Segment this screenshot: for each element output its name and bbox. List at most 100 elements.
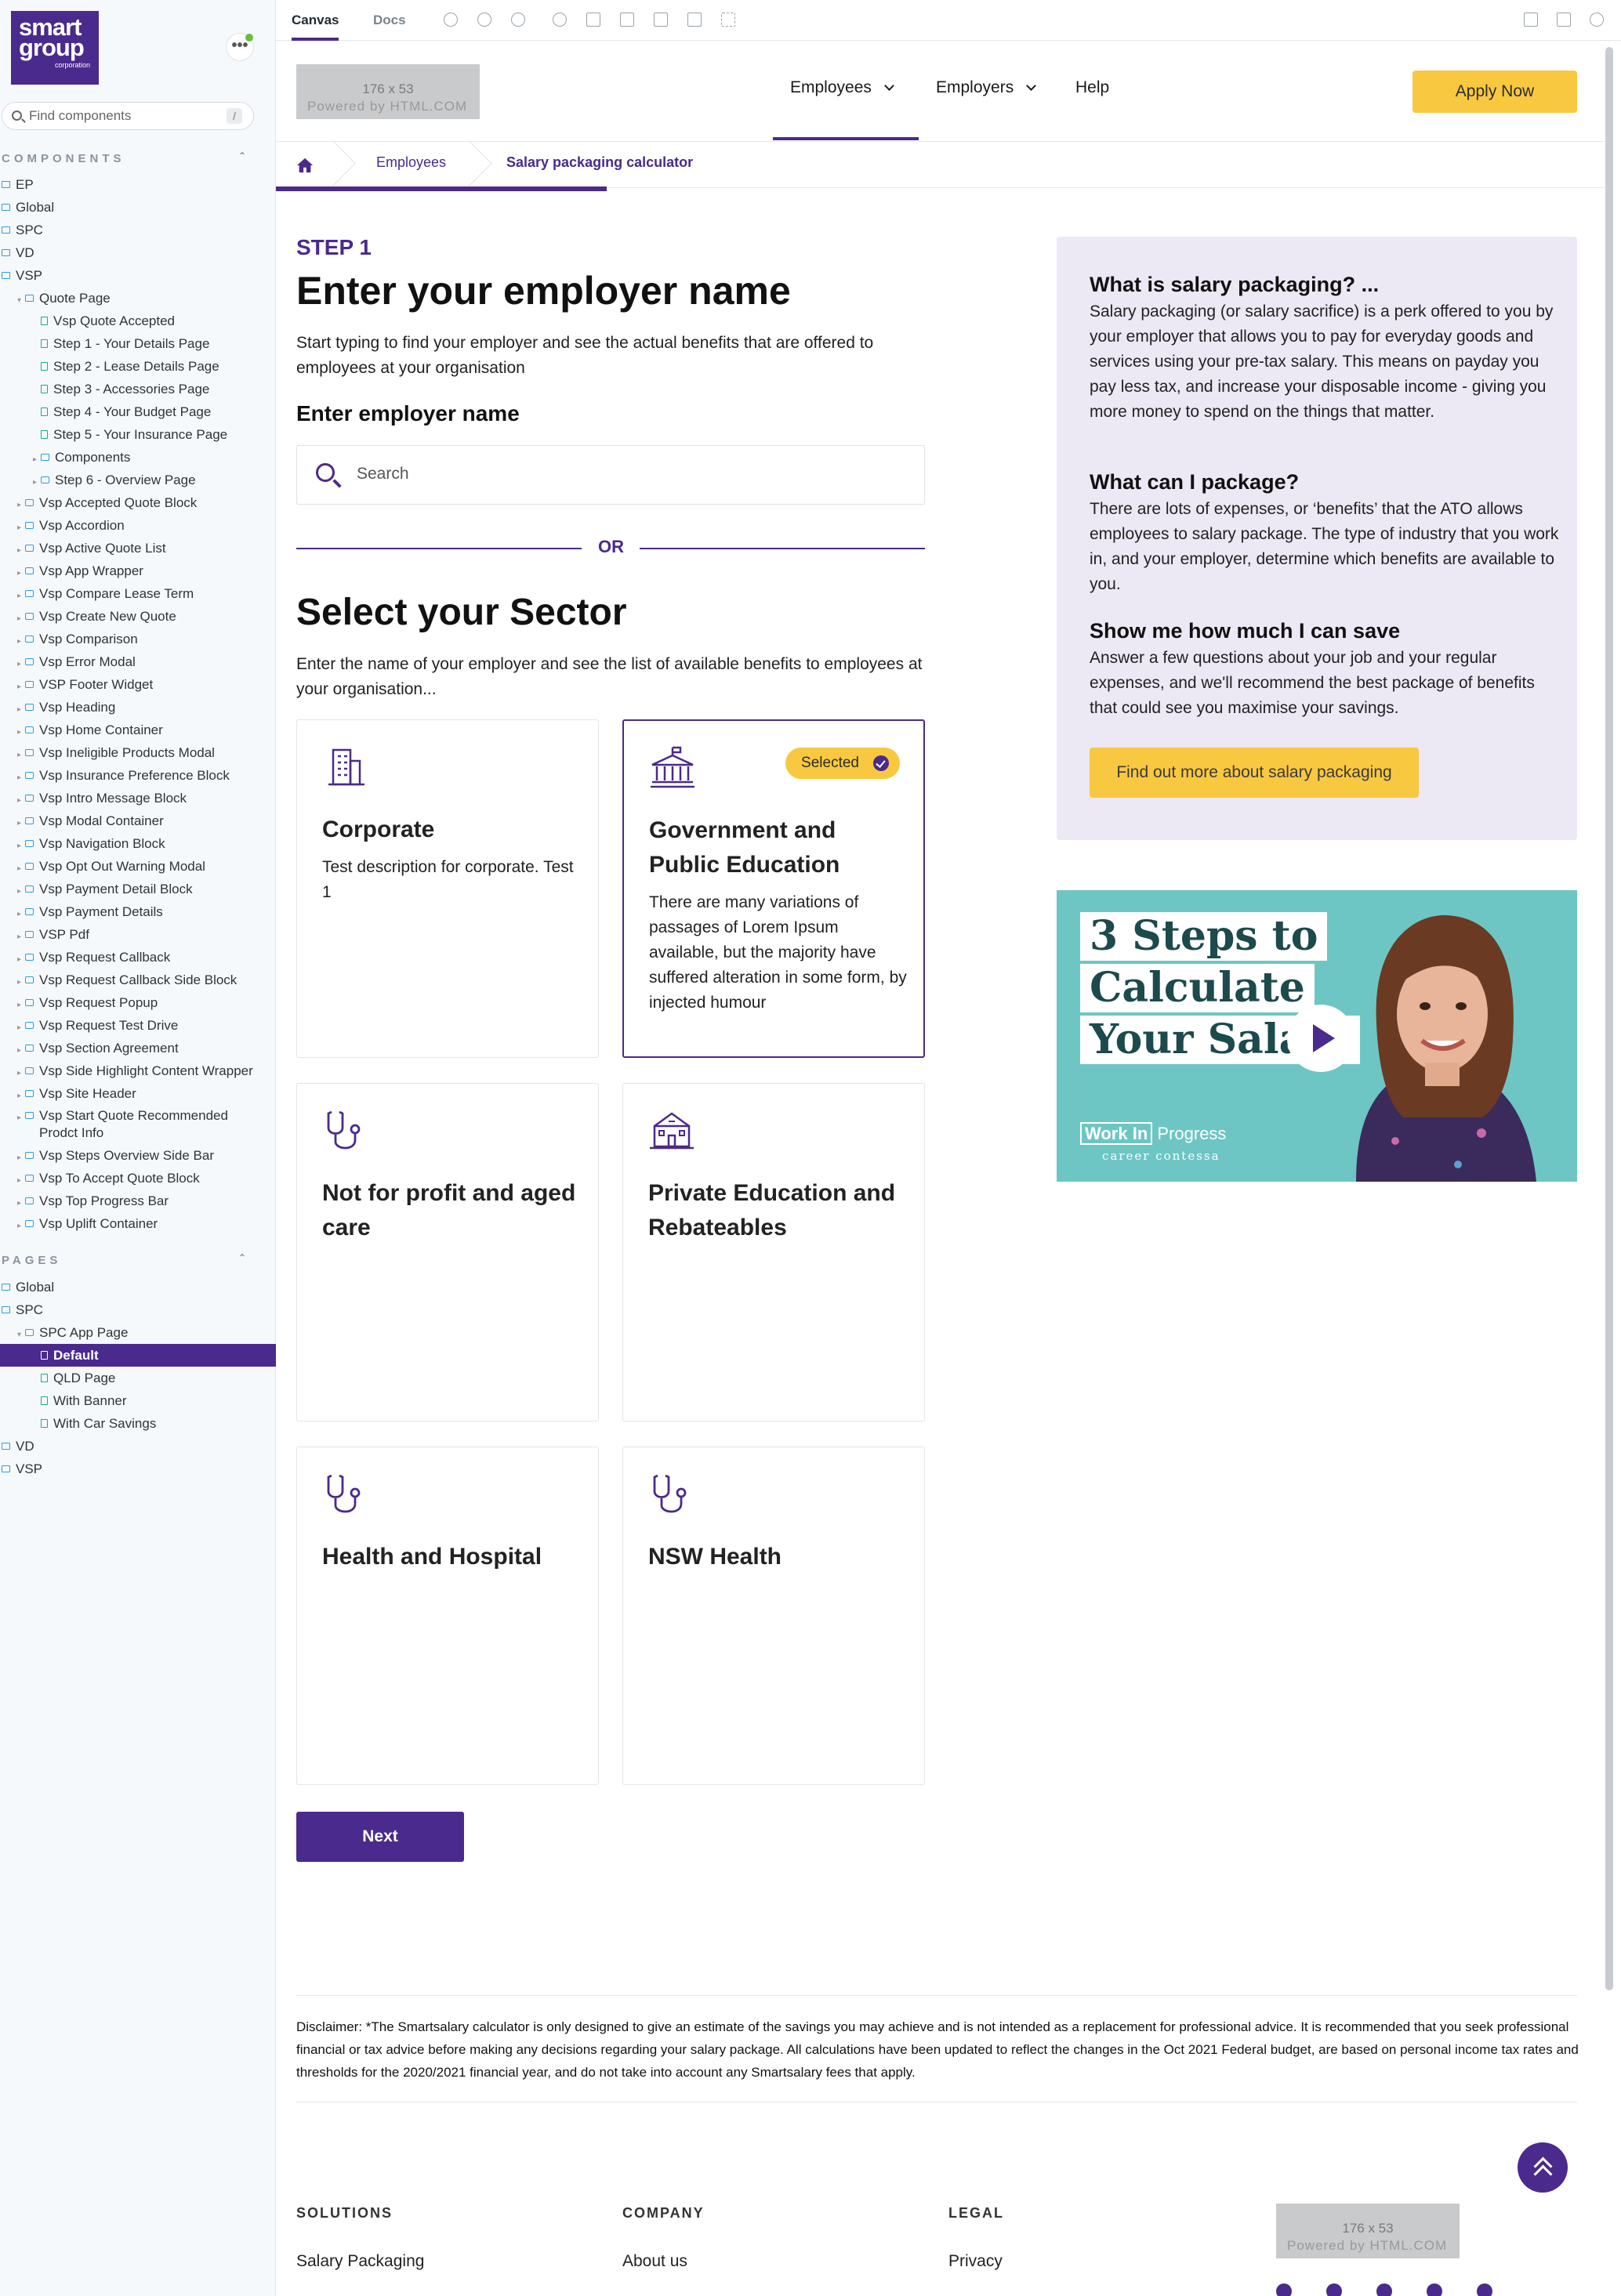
sector-card[interactable]: NSW Health (622, 1447, 925, 1785)
sidebar-item[interactable]: Global (0, 196, 276, 219)
sidebar-item[interactable]: ▸ Vsp Payment Details (0, 900, 276, 923)
sidebar-item[interactable]: ▸ Vsp Request Popup (0, 991, 276, 1014)
sidebar-item[interactable]: Step 4 - Your Budget Page (0, 400, 276, 423)
sidebar-item[interactable]: ▸ Vsp Side Highlight Content Wrapper (0, 1059, 276, 1082)
tab-docs[interactable]: Docs (373, 0, 406, 41)
social-icon[interactable] (1477, 2283, 1492, 2296)
grid-icon[interactable] (620, 13, 634, 27)
sidebar-item[interactable]: ▸ Vsp Site Header (0, 1082, 276, 1105)
accessibility-icon[interactable] (553, 13, 567, 27)
sidebar-item[interactable]: ▸ Vsp Accordion (0, 514, 276, 537)
sidebar-item[interactable]: ▸ Vsp Request Callback (0, 946, 276, 969)
sidebar-item[interactable]: Global (0, 1276, 276, 1298)
nav-employees[interactable]: Employees (790, 78, 894, 97)
sidebar-item[interactable]: ▸ Vsp Comparison (0, 628, 276, 650)
sidebar-item[interactable]: ▸ Vsp Ineligible Products Modal (0, 741, 276, 764)
sidebar-item[interactable]: Step 1 - Your Details Page (0, 332, 276, 355)
footer-link-about-us[interactable]: About us (622, 2252, 687, 2271)
sidebar-item[interactable]: ▾ SPC App Page (0, 1321, 276, 1344)
sidebar-item[interactable]: ▸ Vsp Opt Out Warning Modal (0, 855, 276, 878)
sidebar-item[interactable]: ▸ Step 6 - Overview Page (0, 469, 276, 491)
sidebar-item[interactable]: With Car Savings (0, 1412, 276, 1435)
find-components-input[interactable]: Find components / (2, 102, 254, 130)
sidebar-menu-button[interactable]: ••• (226, 33, 254, 61)
tab-canvas[interactable]: Canvas (292, 0, 339, 41)
sidebar-item[interactable]: ▸ Vsp Request Callback Side Block (0, 969, 276, 991)
sidebar-item[interactable]: ▸ Vsp Accepted Quote Block (0, 491, 276, 514)
footer-logo-placeholder[interactable]: 176 x 53 Powered by HTML.COM (1276, 2204, 1460, 2258)
outline-icon[interactable] (721, 13, 735, 27)
sidebar-item[interactable]: QLD Page (0, 1367, 276, 1389)
sidebar-item[interactable]: ▾ Quote Page (0, 287, 276, 310)
sidebar-item[interactable]: ▸ Vsp Start Quote Recommended Prodct Info (0, 1105, 276, 1144)
sidebar-item[interactable]: ▸ Vsp Payment Detail Block (0, 878, 276, 900)
sidebar-item[interactable]: ▸ Vsp Error Modal (0, 650, 276, 673)
sidebar-item[interactable]: ▸ Vsp App Wrapper (0, 560, 276, 582)
sidebar-item[interactable]: ▸ Vsp Compare Lease Term (0, 582, 276, 605)
sidebar-item[interactable]: ▸ Components (0, 446, 276, 469)
image-icon[interactable] (586, 13, 600, 27)
sidebar-item[interactable]: Step 2 - Lease Details Page (0, 355, 276, 378)
sidebar-item[interactable]: ▸ Vsp Steps Overview Side Bar (0, 1144, 276, 1167)
sidebar-item[interactable]: ▸ Vsp To Accept Quote Block (0, 1167, 276, 1190)
social-icon[interactable] (1376, 2283, 1392, 2296)
footer-link-privacy[interactable]: Privacy (948, 2252, 1003, 2271)
sidebar-item[interactable]: ▸ Vsp Heading (0, 696, 276, 719)
social-icon[interactable] (1276, 2283, 1292, 2296)
site-logo-placeholder[interactable]: 176 x 53 Powered by HTML.COM (296, 64, 480, 119)
employer-search-input[interactable]: Search (296, 445, 925, 505)
copy-link-icon[interactable] (1590, 13, 1604, 27)
sector-card[interactable]: Selected Government and Public Education T… (622, 719, 925, 1058)
sidebar-item[interactable]: Vsp Quote Accepted (0, 310, 276, 332)
zoom-reset-icon[interactable] (511, 13, 525, 27)
next-button[interactable]: Next (296, 1812, 464, 1862)
footer-link-salary-packaging[interactable]: Salary Packaging (296, 2252, 424, 2271)
sidebar-item[interactable]: ▸ VSP Pdf (0, 923, 276, 946)
sidebar-item[interactable]: ▸ Vsp Create New Quote (0, 605, 276, 628)
sidebar-item[interactable]: ▸ Vsp Insurance Preference Block (0, 764, 276, 787)
sidebar-item[interactable]: ▸ Vsp Section Agreement (0, 1037, 276, 1059)
play-button[interactable] (1287, 1005, 1354, 1072)
scroll-to-top-button[interactable] (1518, 2142, 1568, 2193)
collapse-all-icon[interactable]: ⌃ (238, 1252, 246, 1263)
sidebar-item[interactable]: ▸ Vsp Request Test Drive (0, 1014, 276, 1037)
sidebar-item[interactable]: ▸ Vsp Top Progress Bar (0, 1190, 276, 1212)
video-player[interactable]: 3 Steps to Calculate Your Salary Work In… (1057, 890, 1577, 1182)
sidebar-item[interactable]: VD (0, 241, 276, 264)
sidebar-item[interactable]: ▸ VSP Footer Widget (0, 673, 276, 696)
social-icon[interactable] (1427, 2283, 1442, 2296)
sector-card[interactable]: Health and Hospital (296, 1447, 599, 1785)
sidebar-item[interactable]: ▸ Vsp Modal Container (0, 809, 276, 832)
sidebar-item[interactable]: ▸ Vsp Active Quote List (0, 537, 276, 560)
sidebar-item[interactable]: VD (0, 1435, 276, 1458)
nav-employers[interactable]: Employers (936, 78, 1037, 97)
sidebar-item[interactable]: SPC (0, 1298, 276, 1321)
find-out-more-button[interactable]: Find out more about salary packaging (1090, 748, 1419, 798)
sidebar-item[interactable]: VSP (0, 1458, 276, 1480)
sidebar-item[interactable]: VSP (0, 264, 276, 287)
fullscreen-icon[interactable] (1524, 13, 1538, 27)
nav-help[interactable]: Help (1075, 78, 1109, 97)
sidebar-item[interactable]: Step 5 - Your Insurance Page (0, 423, 276, 446)
social-icon[interactable] (1326, 2283, 1342, 2296)
apply-now-button[interactable]: Apply Now (1412, 71, 1577, 113)
sidebar-item[interactable]: With Banner (0, 1389, 276, 1412)
background-icon[interactable] (654, 13, 668, 27)
sidebar-item[interactable]: ▸ Vsp Navigation Block (0, 832, 276, 855)
sidebar-item[interactable]: ▸ Vsp Uplift Container (0, 1212, 276, 1235)
canvas-scrollbar[interactable] (1605, 47, 1613, 1990)
viewport-icon[interactable] (687, 13, 702, 27)
sector-card[interactable]: Not for profit and aged care (296, 1083, 599, 1421)
zoom-in-icon[interactable] (444, 13, 458, 27)
open-new-tab-icon[interactable] (1557, 13, 1571, 27)
smartgroup-logo[interactable]: smart group corporation (11, 11, 99, 85)
home-icon[interactable] (296, 157, 314, 174)
sidebar-item[interactable]: ▸ Vsp Home Container (0, 719, 276, 741)
breadcrumb-employees[interactable]: Employees (376, 154, 446, 171)
sector-card[interactable]: Corporate Test description for corporate.… (296, 719, 599, 1058)
sidebar-item[interactable]: ▸ Vsp Intro Message Block (0, 787, 276, 809)
sidebar-item[interactable]: Default (0, 1344, 276, 1367)
zoom-out-icon[interactable] (477, 13, 491, 27)
sidebar-item[interactable]: EP (0, 173, 276, 196)
collapse-all-icon[interactable]: ⌃ (238, 150, 246, 161)
